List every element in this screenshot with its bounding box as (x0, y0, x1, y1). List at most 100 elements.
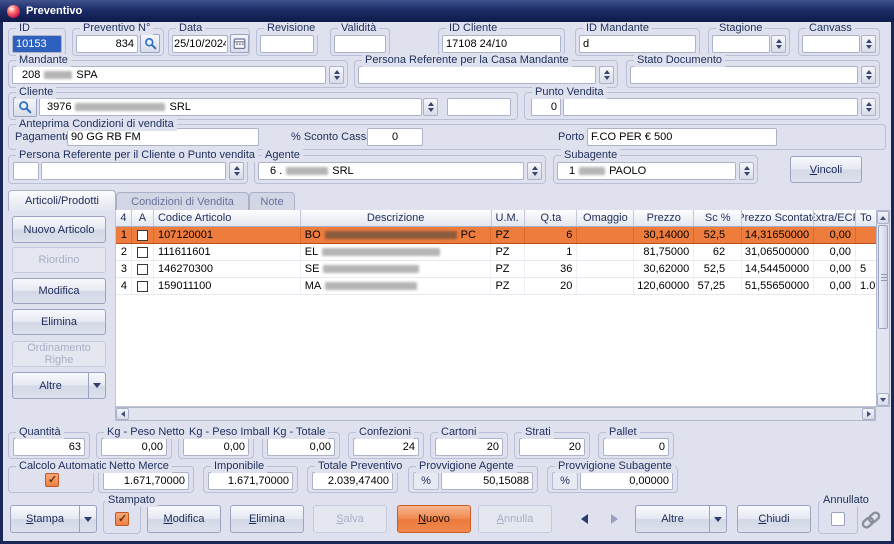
mandante-combo[interactable]: 208 SPA (12, 66, 326, 84)
punto-vendita-spinner[interactable] (861, 98, 876, 116)
porto-field[interactable] (587, 128, 777, 146)
nuovo-articolo-button[interactable]: Nuovo Articolo (12, 216, 106, 243)
revisione-field[interactable] (260, 35, 314, 53)
persona-ref-mandante-spinner[interactable] (599, 66, 614, 84)
tab-note[interactable]: Note (249, 192, 295, 211)
table-row-selected[interactable]: 1 107120001 BOPC PZ 6 30,14000 52,5 14,3… (116, 226, 876, 244)
stato-documento-spinner[interactable] (861, 66, 876, 84)
chevron-down-icon[interactable] (88, 373, 105, 398)
calcolo-automatico-checkbox[interactable] (45, 473, 59, 487)
persona-ref-mandante-combo[interactable] (358, 66, 596, 84)
quantita-field[interactable] (13, 438, 85, 456)
next-record-button[interactable] (604, 505, 624, 533)
vertical-scrollbar[interactable] (876, 210, 890, 407)
row-checkbox[interactable] (137, 264, 148, 275)
netto-merce-field[interactable] (103, 472, 189, 490)
altre-button[interactable]: Altre (635, 505, 727, 533)
column-header-count[interactable]: 4 (116, 210, 132, 227)
annullato-checkbox[interactable] (831, 512, 845, 526)
tab-condizioni-di-vendita[interactable]: Condizioni di Vendita (116, 192, 249, 211)
scroll-up-icon[interactable] (877, 211, 889, 224)
validita-field[interactable] (334, 35, 386, 53)
link-records-button[interactable] (859, 508, 883, 535)
column-header-extra-ecr[interactable]: Extra/ECR (814, 210, 856, 227)
calendar-button[interactable] (230, 34, 249, 53)
canvass-spinner[interactable] (861, 35, 876, 53)
table-row[interactable]: 3 146270300 SE PZ 36 30,62000 52,5 14,54… (116, 261, 876, 278)
cliente-spinner[interactable] (423, 98, 438, 116)
chiudi-button[interactable]: Chiudi (737, 505, 811, 533)
cliente-combo[interactable]: 3976 SRL (39, 98, 422, 116)
punto-vendita-number[interactable] (531, 98, 561, 116)
column-header-sc[interactable]: Sc % (694, 210, 742, 227)
preventivo-n-field[interactable] (76, 35, 138, 53)
totale-preventivo-field[interactable] (312, 472, 393, 490)
scroll-left-icon[interactable] (116, 408, 129, 420)
previous-record-button[interactable] (574, 505, 594, 533)
scroll-right-icon[interactable] (862, 408, 875, 420)
cartoni-field[interactable] (435, 438, 503, 456)
modifica-button[interactable]: Modifica (147, 505, 221, 533)
data-field[interactable] (172, 35, 228, 53)
id-mandante-field[interactable] (579, 35, 696, 53)
column-header-omaggio[interactable]: Omaggio (577, 210, 634, 227)
pallet-field[interactable] (603, 438, 669, 456)
tab-articoli-prodotti[interactable]: Articoli/Prodotti (8, 190, 116, 211)
row-checkbox[interactable] (137, 230, 148, 241)
peso-imballi-field[interactable] (183, 438, 249, 456)
annulla-button[interactable]: Annulla (478, 505, 552, 533)
scroll-down-icon[interactable] (877, 393, 889, 406)
title-bar[interactable]: Preventivo (0, 0, 894, 22)
table-row[interactable]: 4 159011100 MA PZ 20 120,60000 57,25 51,… (116, 278, 876, 295)
provvigione-agente-field[interactable] (441, 472, 533, 490)
subagente-spinner[interactable] (739, 162, 754, 180)
persona-ref-cliente-combo[interactable] (41, 162, 226, 180)
search-cliente-button[interactable] (13, 97, 37, 117)
strati-field[interactable] (519, 438, 585, 456)
riordino-button[interactable]: Riordino (12, 247, 106, 273)
column-header-prezzo[interactable]: Prezzo (634, 210, 694, 227)
punto-vendita-combo[interactable] (563, 98, 858, 116)
provvigione-subagente-field[interactable] (580, 472, 673, 490)
sconto-cassa-field[interactable] (367, 128, 423, 146)
peso-netto-field[interactable] (101, 438, 167, 456)
search-preventivo-button[interactable] (140, 34, 160, 53)
row-checkbox[interactable] (137, 247, 148, 258)
column-header-prezzo-scontato[interactable]: Prezzo Scontato (742, 210, 814, 227)
chevron-down-icon[interactable] (709, 506, 726, 532)
horizontal-scrollbar[interactable] (115, 407, 876, 421)
column-header-a[interactable]: A (132, 210, 154, 227)
agente-combo[interactable]: 6 . SRL (258, 162, 524, 180)
stato-documento-combo[interactable] (630, 66, 858, 84)
confezioni-field[interactable] (353, 438, 419, 456)
kg-totale-field[interactable] (267, 438, 335, 456)
canvass-field[interactable] (802, 35, 860, 53)
agente-spinner[interactable] (527, 162, 542, 180)
table-row[interactable]: 2 111611601 EL PZ 1 81,75000 62 31,06500… (116, 244, 876, 261)
persona-ref-cliente-code[interactable] (13, 162, 39, 180)
column-header-um[interactable]: U.M. (492, 210, 526, 227)
stampato-checkbox[interactable] (115, 512, 129, 526)
column-header-totale-partial[interactable]: To (856, 210, 876, 227)
column-header-qta[interactable]: Q.ta (525, 210, 577, 227)
column-header-codice[interactable]: Codice Articolo (154, 210, 301, 227)
salva-button[interactable]: Salva (313, 505, 387, 533)
modifica-articolo-button[interactable]: Modifica (12, 278, 106, 304)
mandante-spinner[interactable] (329, 66, 344, 84)
persona-ref-cliente-spinner[interactable] (229, 162, 244, 180)
subagente-combo[interactable]: 1 PAOLO (557, 162, 736, 180)
column-header-descrizione[interactable]: Descrizione (301, 210, 492, 227)
vertical-scroll-thumb[interactable] (878, 225, 888, 329)
stampa-button[interactable]: Stampa (10, 505, 97, 533)
elimina-button[interactable]: Elimina (230, 505, 304, 533)
id-cliente-field[interactable] (442, 35, 561, 53)
stagione-field[interactable] (712, 35, 770, 53)
chevron-down-icon[interactable] (79, 506, 96, 532)
id-field[interactable] (12, 35, 62, 53)
vincoli-button[interactable]: Vincoli (790, 156, 862, 183)
stagione-spinner[interactable] (771, 35, 786, 53)
row-checkbox[interactable] (137, 281, 148, 292)
cliente-extra-field[interactable] (447, 98, 511, 116)
elimina-articolo-button[interactable]: Elimina (12, 309, 106, 335)
nuovo-button[interactable]: Nuovo (397, 505, 471, 533)
